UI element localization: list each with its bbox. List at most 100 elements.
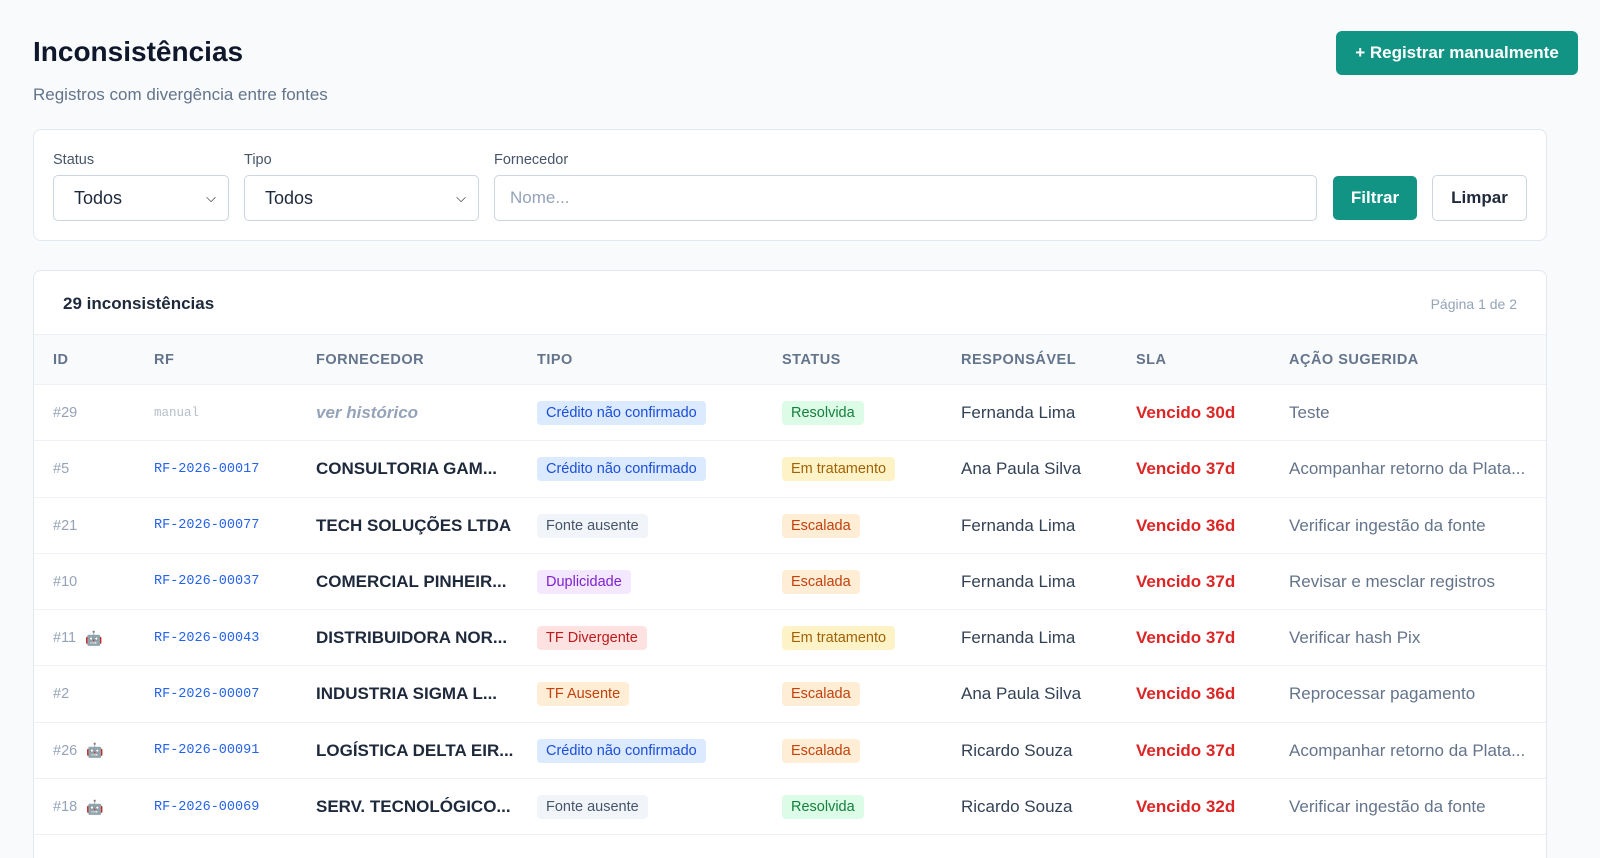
column-header-responsavel[interactable]: RESPONSÁVEL [961, 352, 1076, 368]
row-rf-link[interactable]: RF-2026-00037 [154, 554, 259, 610]
row-status: Resolvida [782, 385, 864, 441]
tipo-badge: Crédito não confirmado [537, 738, 706, 763]
fornecedor-search-input[interactable] [494, 175, 1317, 221]
filter-panel: Status Todos ⌵ Tipo Todos ⌵ Fornecedor F… [33, 129, 1547, 241]
row-status: Escalada [782, 666, 860, 722]
row-responsavel: Fernanda Lima [961, 515, 1076, 535]
inconsistencies-table-card: 29 inconsistências Página 1 de 2 ID RF F… [33, 270, 1547, 858]
tipo-badge: Fonte ausente [537, 513, 648, 538]
result-count: 29 inconsistências [63, 294, 215, 313]
row-acao-sugerida: Acompanhar retorno da Plata... [1289, 459, 1526, 479]
page-header: Inconsistências Registros com divergênci… [33, 31, 1578, 104]
robot-icon: 🤖 [86, 798, 104, 815]
column-header-sla[interactable]: SLA [1136, 352, 1167, 368]
column-header-fornecedor[interactable]: FORNECEDOR [316, 352, 424, 368]
row-id: #29 [53, 385, 77, 441]
row-sla: Vencido 32d [1136, 797, 1236, 817]
row-rf-link[interactable]: RF-2026-00091 [154, 723, 259, 779]
tipo-select[interactable]: Todos ⌵ [244, 175, 479, 221]
row-responsavel: Ana Paula Silva [961, 684, 1082, 704]
status-select[interactable]: Todos ⌵ [53, 175, 229, 221]
row-acao-sugerida: Verificar ingestão da fonte [1289, 797, 1486, 817]
row-tipo: Crédito não confirmado [537, 441, 706, 497]
tipo-badge: Crédito não confirmado [537, 401, 706, 425]
filter-button[interactable]: Filtrar [1333, 176, 1417, 220]
row-acao-sugerida: Teste [1289, 403, 1330, 422]
status-filter-label: Status [53, 152, 95, 168]
table-row[interactable]: #10 RF-2026-00037 COMERCIAL PINHEIR... Dupl… [34, 554, 1546, 611]
row-responsavel: Fernanda Lima [961, 628, 1076, 648]
row-id: #26 🤖 [53, 723, 104, 779]
row-fornecedor[interactable]: ver histórico [316, 385, 418, 441]
table-row[interactable]: #21 RF-2026-00077 TECH SOLUÇÕES LTDA Fonte … [34, 498, 1546, 554]
status-badge: Resolvida [782, 795, 864, 820]
page-subtitle: Registros com divergência entre fontes [33, 85, 328, 104]
table-row[interactable]: #18 🤖 RF-2026-00069 SERV. TECNOLÓGICO... Fon… [34, 779, 1546, 836]
row-tipo: Fonte ausente [537, 498, 648, 554]
row-responsavel: Fernanda Lima [961, 571, 1076, 591]
row-id-text: #26 [53, 742, 78, 759]
row-fornecedor: INDUSTRIA SIGMA L... [316, 684, 498, 704]
row-status: Escalada [782, 498, 860, 554]
table-row[interactable] [34, 835, 1546, 858]
row-status: Escalada [782, 554, 860, 610]
status-badge: Escalada [782, 569, 860, 594]
row-status: Escalada [782, 723, 860, 779]
row-rf-link[interactable]: RF-2026-00043 [154, 610, 259, 666]
row-fornecedor: DISTRIBUIDORA NOR... [316, 628, 508, 648]
row-id: #2 [53, 666, 69, 722]
row-id-text: #11 [53, 630, 77, 647]
table-row[interactable]: #11 🤖 RF-2026-00043 DISTRIBUIDORA NOR... TF … [34, 610, 1546, 667]
row-rf-link[interactable]: RF-2026-00069 [154, 779, 259, 835]
table-row[interactable]: #26 🤖 RF-2026-00091 LOGÍSTICA DELTA EIR... C… [34, 723, 1546, 780]
robot-icon: 🤖 [85, 629, 103, 646]
row-id: #11 🤖 [53, 610, 103, 666]
row-responsavel: Ricardo Souza [961, 740, 1073, 760]
status-badge: Em tratamento [782, 457, 896, 482]
table-row[interactable]: #5 RF-2026-00017 CONSULTORIA GAM... Crédito… [34, 441, 1546, 498]
row-sla: Vencido 36d [1136, 684, 1236, 704]
row-status: Em tratamento [782, 441, 896, 497]
row-tipo: Duplicidade [537, 554, 631, 610]
row-sla: Vencido 36d [1136, 515, 1236, 535]
row-tipo: TF Ausente [537, 666, 630, 722]
row-id-text: #2 [53, 686, 70, 703]
table-row[interactable]: #29 manual ver histórico Crédito não confir… [34, 385, 1546, 442]
row-rf-link[interactable]: RF-2026-00077 [154, 498, 259, 554]
status-badge: Resolvida [782, 401, 864, 425]
robot-icon: 🤖 [86, 742, 104, 759]
chevron-down-icon: ⌵ [206, 190, 216, 205]
tipo-badge: TF Ausente [537, 682, 630, 707]
column-header-status[interactable]: STATUS [782, 352, 841, 368]
column-header-acao-sugerida[interactable]: AÇÃO SUGERIDA [1289, 352, 1419, 368]
row-rf-link[interactable]: RF-2026-00007 [154, 666, 259, 722]
row-id-text: #10 [53, 573, 78, 590]
tipo-badge: Crédito não confirmado [537, 457, 706, 482]
row-tipo: Crédito não confirmado [537, 723, 706, 779]
table-row[interactable]: #2 RF-2026-00007 INDUSTRIA SIGMA L... TF Au… [34, 666, 1546, 723]
row-fornecedor: COMERCIAL PINHEIR... [316, 571, 507, 591]
row-rf-link[interactable]: manual [154, 385, 199, 441]
row-sla: Vencido 37d [1136, 628, 1236, 648]
column-header-id[interactable]: ID [53, 352, 69, 368]
row-status: Resolvida [782, 779, 864, 835]
row-tipo: TF Divergente [537, 610, 647, 666]
row-responsavel: Ana Paula Silva [961, 459, 1082, 479]
status-badge: Escalada [782, 682, 860, 707]
row-acao-sugerida: Reprocessar pagamento [1289, 684, 1476, 704]
row-acao-sugerida: Verificar ingestão da fonte [1289, 515, 1486, 535]
column-header-tipo[interactable]: TIPO [537, 352, 573, 368]
register-manually-button[interactable]: + Registrar manualmente [1336, 31, 1578, 75]
row-fornecedor: CONSULTORIA GAM... [316, 459, 498, 479]
row-sla: Vencido 37d [1136, 740, 1236, 760]
row-id: #21 [53, 498, 77, 554]
row-sla: Vencido 37d [1136, 571, 1236, 591]
tipo-badge: Fonte ausente [537, 795, 648, 820]
tipo-badge: TF Divergente [537, 626, 647, 651]
column-header-rf[interactable]: RF [154, 352, 174, 368]
row-rf-link[interactable]: RF-2026-00017 [154, 441, 259, 497]
status-badge: Escalada [782, 513, 860, 538]
clear-button[interactable]: Limpar [1432, 175, 1527, 221]
row-acao-sugerida: Verificar hash Pix [1289, 628, 1421, 648]
chevron-down-icon: ⌵ [456, 190, 466, 205]
